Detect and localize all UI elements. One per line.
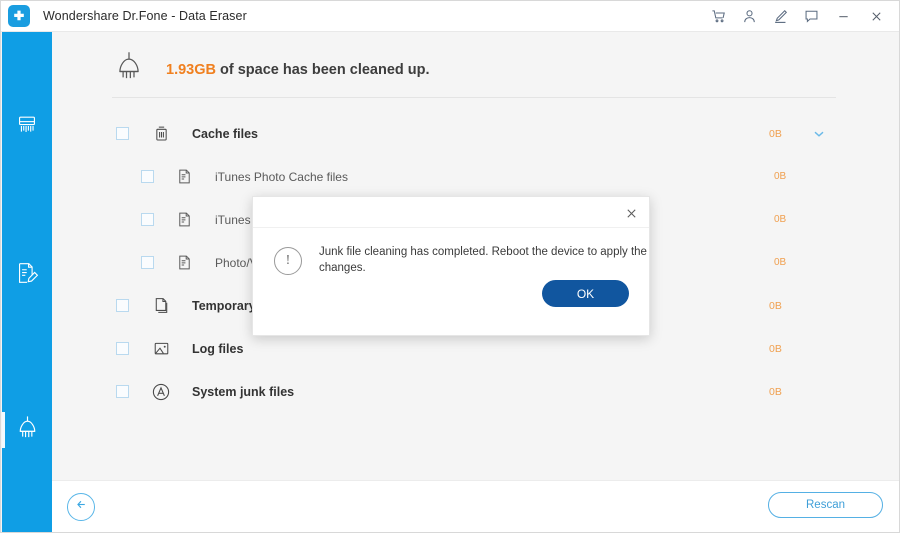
checkbox-temporary-files[interactable] — [116, 299, 129, 312]
list-item-size: 0B — [774, 171, 787, 182]
minimize-icon[interactable] — [827, 1, 860, 32]
exclamation-circle-icon: ! — [274, 246, 302, 275]
cleanup-suffix: of space has been cleaned up. — [215, 61, 430, 78]
list-item-label: Cache files — [192, 126, 259, 141]
app-window: Wondershare Dr.Fone - Data Eraser 1.93GB… — [0, 0, 900, 533]
list-item-size: 0B — [769, 127, 782, 140]
chevron-down-icon[interactable] — [812, 127, 826, 141]
list-item-size: 0B — [774, 257, 787, 268]
checkbox-itunes-photo-cache[interactable] — [141, 170, 154, 183]
dialog-header — [253, 197, 649, 228]
content-divider — [112, 97, 836, 98]
rescan-button-label: Rescan — [806, 499, 845, 511]
footer-bar: Rescan — [52, 480, 899, 532]
sidebar — [2, 32, 52, 532]
list-item[interactable]: System junk files 0B — [52, 370, 899, 413]
shredder-icon — [14, 113, 40, 144]
sidebar-item-junk-cleaner[interactable] — [2, 402, 52, 458]
circle-a-icon — [150, 381, 172, 403]
wondershare-plus-logo-icon — [8, 5, 30, 27]
cart-icon[interactable] — [703, 1, 734, 32]
checkbox-itunes-media[interactable] — [141, 213, 154, 226]
document-pen-icon — [14, 260, 40, 291]
list-item-size: 0B — [769, 342, 782, 355]
arrow-left-icon — [74, 497, 89, 517]
dialog-body: ! Junk file cleaning has completed. Rebo… — [253, 228, 649, 276]
window-title: Wondershare Dr.Fone - Data Eraser — [43, 9, 247, 23]
cleanup-summary-text: 1.93GB of space has been cleaned up. — [166, 62, 430, 78]
ok-button-label: OK — [576, 286, 595, 301]
list-item-size: 0B — [774, 214, 787, 225]
list-item-size: 0B — [769, 385, 782, 398]
file-lines-icon — [173, 209, 195, 231]
sidebar-item-data-eraser[interactable] — [2, 100, 52, 156]
list-item[interactable]: iTunes Photo Cache files 0B — [52, 155, 899, 198]
titlebar: Wondershare Dr.Fone - Data Eraser — [1, 1, 899, 32]
checkbox-log-files[interactable] — [116, 342, 129, 355]
broom-icon — [112, 50, 146, 89]
titlebar-actions — [703, 1, 899, 32]
completion-dialog: ! Junk file cleaning has completed. Rebo… — [252, 196, 650, 336]
ok-button[interactable]: OK — [542, 280, 629, 307]
close-icon[interactable] — [621, 203, 641, 223]
copy-files-icon — [150, 295, 172, 317]
sidebar-item-private-data[interactable] — [2, 247, 52, 303]
list-item-label: Log files — [192, 341, 244, 356]
list-item-label: System junk files — [192, 384, 295, 399]
trash-icon — [150, 123, 172, 145]
cleanup-amount: 1.93GB — [166, 61, 216, 78]
file-lines-icon — [173, 166, 195, 188]
list-item[interactable]: Cache files 0B — [52, 112, 899, 155]
back-button[interactable] — [67, 493, 95, 521]
message-icon[interactable] — [796, 1, 827, 32]
dialog-message: Junk file cleaning has completed. Reboot… — [319, 246, 647, 274]
file-lines-icon — [173, 252, 195, 274]
image-icon — [150, 338, 172, 360]
account-icon[interactable] — [734, 1, 765, 32]
rescan-button[interactable]: Rescan — [768, 492, 883, 518]
cleanup-summary: 1.93GB of space has been cleaned up. — [112, 50, 430, 89]
list-item-size: 0B — [769, 299, 782, 312]
pen-icon[interactable] — [765, 1, 796, 32]
close-icon[interactable] — [860, 1, 893, 32]
checkbox-photo-video[interactable] — [141, 256, 154, 269]
checkbox-system-junk-files[interactable] — [116, 385, 129, 398]
broom-icon — [14, 414, 41, 446]
list-item-label: iTunes Photo Cache files — [215, 169, 348, 184]
checkbox-cache-files[interactable] — [116, 127, 129, 140]
